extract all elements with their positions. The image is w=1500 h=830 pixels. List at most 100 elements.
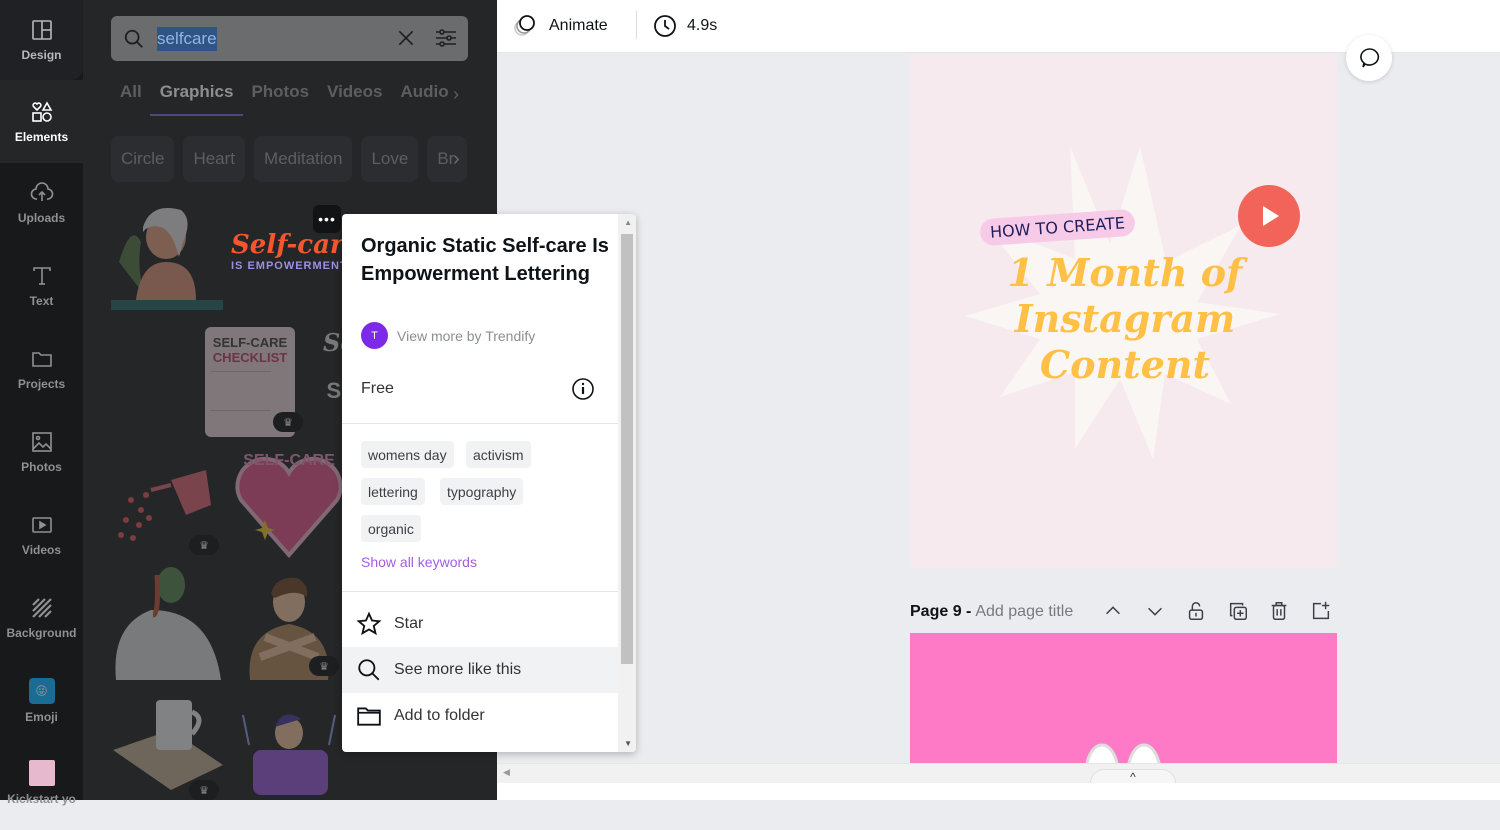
tab-videos[interactable]: Videos: [327, 82, 382, 116]
graphic-item-heart-hug-woman[interactable]: [235, 705, 343, 800]
rail-label: Design: [21, 48, 62, 62]
graphic-thumbnail: [242, 714, 336, 795]
author-link[interactable]: T View more by Trendify: [361, 322, 535, 349]
more-options-button[interactable]: •••: [313, 205, 341, 233]
comment-button[interactable]: [1346, 35, 1392, 81]
bottom-bar: [497, 783, 1500, 800]
rail-item-videos[interactable]: Videos: [0, 495, 83, 575]
popover-scrollbar[interactable]: ▲ ▼: [618, 214, 636, 752]
rail-label: Kickstart yo: [7, 792, 76, 806]
graphic-item-towel-woman[interactable]: [111, 202, 223, 314]
premium-crown-icon: ♛: [189, 780, 219, 800]
comment-icon: [1360, 48, 1380, 68]
duplicate-icon: [1229, 602, 1247, 620]
rail-item-design[interactable]: Design: [0, 0, 83, 80]
delete-page-button[interactable]: [1268, 600, 1292, 624]
tab-audio[interactable]: Audio: [400, 82, 448, 116]
keyword-tag[interactable]: activism: [466, 441, 531, 468]
rail-label: Videos: [21, 543, 62, 557]
play-icon: [1263, 206, 1279, 226]
page-number-label: Page 9 -: [910, 603, 972, 620]
rail-label: Elements: [14, 129, 69, 144]
chip-heart[interactable]: Heart: [183, 136, 246, 182]
graphic-item-face-mask-woman[interactable]: [111, 565, 223, 685]
graphic-thumbnail: [111, 208, 223, 310]
graphic-details-popover: Organic Static Self-care Is Empowerment …: [342, 214, 636, 752]
rail-label: Text: [29, 294, 54, 308]
rail-item-photos[interactable]: Photos: [0, 412, 83, 492]
filter-icon[interactable]: [434, 26, 458, 50]
divider: [342, 591, 618, 592]
premium-crown-icon: ♛: [309, 656, 339, 676]
info-icon[interactable]: [571, 377, 595, 401]
rail-item-kickstart[interactable]: Kickstart yo: [0, 750, 83, 830]
animate-button[interactable]: Animate: [513, 12, 608, 40]
rail-item-elements[interactable]: Elements: [0, 80, 83, 163]
keyword-tag[interactable]: lettering: [361, 478, 425, 505]
horizontal-scrollbar[interactable]: ◀: [497, 763, 1500, 783]
tabs-next-chevron-icon[interactable]: ›: [453, 84, 459, 105]
page-title-input[interactable]: Add page title: [975, 603, 1073, 621]
text-icon: [32, 267, 51, 285]
keyword-tag[interactable]: typography: [440, 478, 524, 505]
duplicate-page-button[interactable]: [1227, 600, 1251, 624]
chip-circle[interactable]: Circle: [111, 136, 175, 182]
chip-more[interactable]: Br: [427, 136, 468, 182]
trash-icon: [1271, 602, 1287, 620]
search-icon: [124, 29, 143, 48]
rail-item-background[interactable]: Background: [0, 578, 83, 658]
star-icon: [356, 611, 382, 636]
lock-page-button[interactable]: [1185, 600, 1209, 624]
menu-item-star[interactable]: Star: [342, 601, 618, 647]
graphic-line-1: SELF-CARE: [243, 452, 335, 469]
graphic-item-selfcare-empowerment[interactable]: Self-care IS EMPOWERMENT: [231, 230, 361, 290]
graphic-title: Organic Static Self-care Is Empowerment …: [361, 235, 609, 285]
chevron-up-icon: [1106, 606, 1120, 615]
animate-icon: [514, 15, 535, 36]
play-button-graphic[interactable]: [1238, 185, 1300, 247]
shapes-icon: [31, 100, 52, 122]
add-page-button[interactable]: [1310, 600, 1334, 624]
search-input[interactable]: selfcare: [157, 26, 217, 51]
move-page-down-button[interactable]: [1144, 600, 1168, 624]
rail-item-uploads[interactable]: Uploads: [0, 163, 83, 243]
headline-line: Content: [1039, 342, 1211, 387]
duration-button[interactable]: 4.9s: [653, 12, 717, 40]
chip-love[interactable]: Love: [361, 136, 419, 182]
scroll-down-arrow-icon[interactable]: ▼: [624, 739, 632, 748]
keyword-tag[interactable]: womens day: [361, 441, 454, 468]
rail-item-projects[interactable]: Projects: [0, 329, 83, 409]
graphic-line-2: IS EMPOWERMENT: [231, 260, 348, 272]
tab-all[interactable]: All: [120, 82, 142, 116]
chevron-down-icon: [1148, 607, 1162, 616]
tab-graphics[interactable]: Graphics: [149, 82, 244, 116]
rail-label: Uploads: [17, 211, 66, 225]
headline-line: 1 Month of: [1007, 250, 1243, 295]
scroll-left-arrow-icon[interactable]: ◀: [503, 767, 510, 778]
emoji-icon: 😜: [28, 678, 55, 704]
design-page-9[interactable]: [910, 633, 1337, 765]
chip-meditation[interactable]: Meditation: [254, 136, 353, 182]
show-all-keywords-link[interactable]: Show all keywords: [361, 554, 477, 570]
clear-search-icon[interactable]: [396, 28, 416, 48]
menu-item-add-to-folder[interactable]: Add to folder: [342, 693, 618, 739]
move-page-up-button[interactable]: [1102, 600, 1126, 624]
content-tabs: All Graphics Photos Videos Audio: [120, 82, 467, 116]
menu-item-see-more-like-this[interactable]: See more like this: [342, 647, 618, 693]
graphic-item-selfcare-heart[interactable]: SELF-CARE: [235, 445, 343, 560]
search-bar[interactable]: selfcare: [111, 16, 468, 61]
headline-text[interactable]: 1 Month of Instagram Content: [950, 250, 1300, 388]
rail-item-text[interactable]: Text: [0, 246, 83, 326]
menu-item-label: Add to folder: [394, 707, 485, 724]
design-page-8[interactable]: HOW TO CREATE 1 Month of Instagram Conte…: [910, 54, 1337, 568]
chips-next-chevron-icon[interactable]: ›: [453, 148, 460, 171]
tab-photos[interactable]: Photos: [251, 82, 309, 116]
rail-item-emoji[interactable]: 😜 Emoji: [0, 661, 83, 741]
graphic-line-1: SELF-CARE: [212, 335, 288, 350]
keyword-tag[interactable]: organic: [361, 515, 421, 542]
scrollbar-thumb[interactable]: [621, 234, 633, 664]
cloud-upload-icon: [30, 182, 53, 201]
folder-icon: [357, 707, 381, 726]
scroll-up-arrow-icon[interactable]: ▲: [624, 218, 632, 227]
graphic-line-1: Self-care: [231, 230, 361, 260]
